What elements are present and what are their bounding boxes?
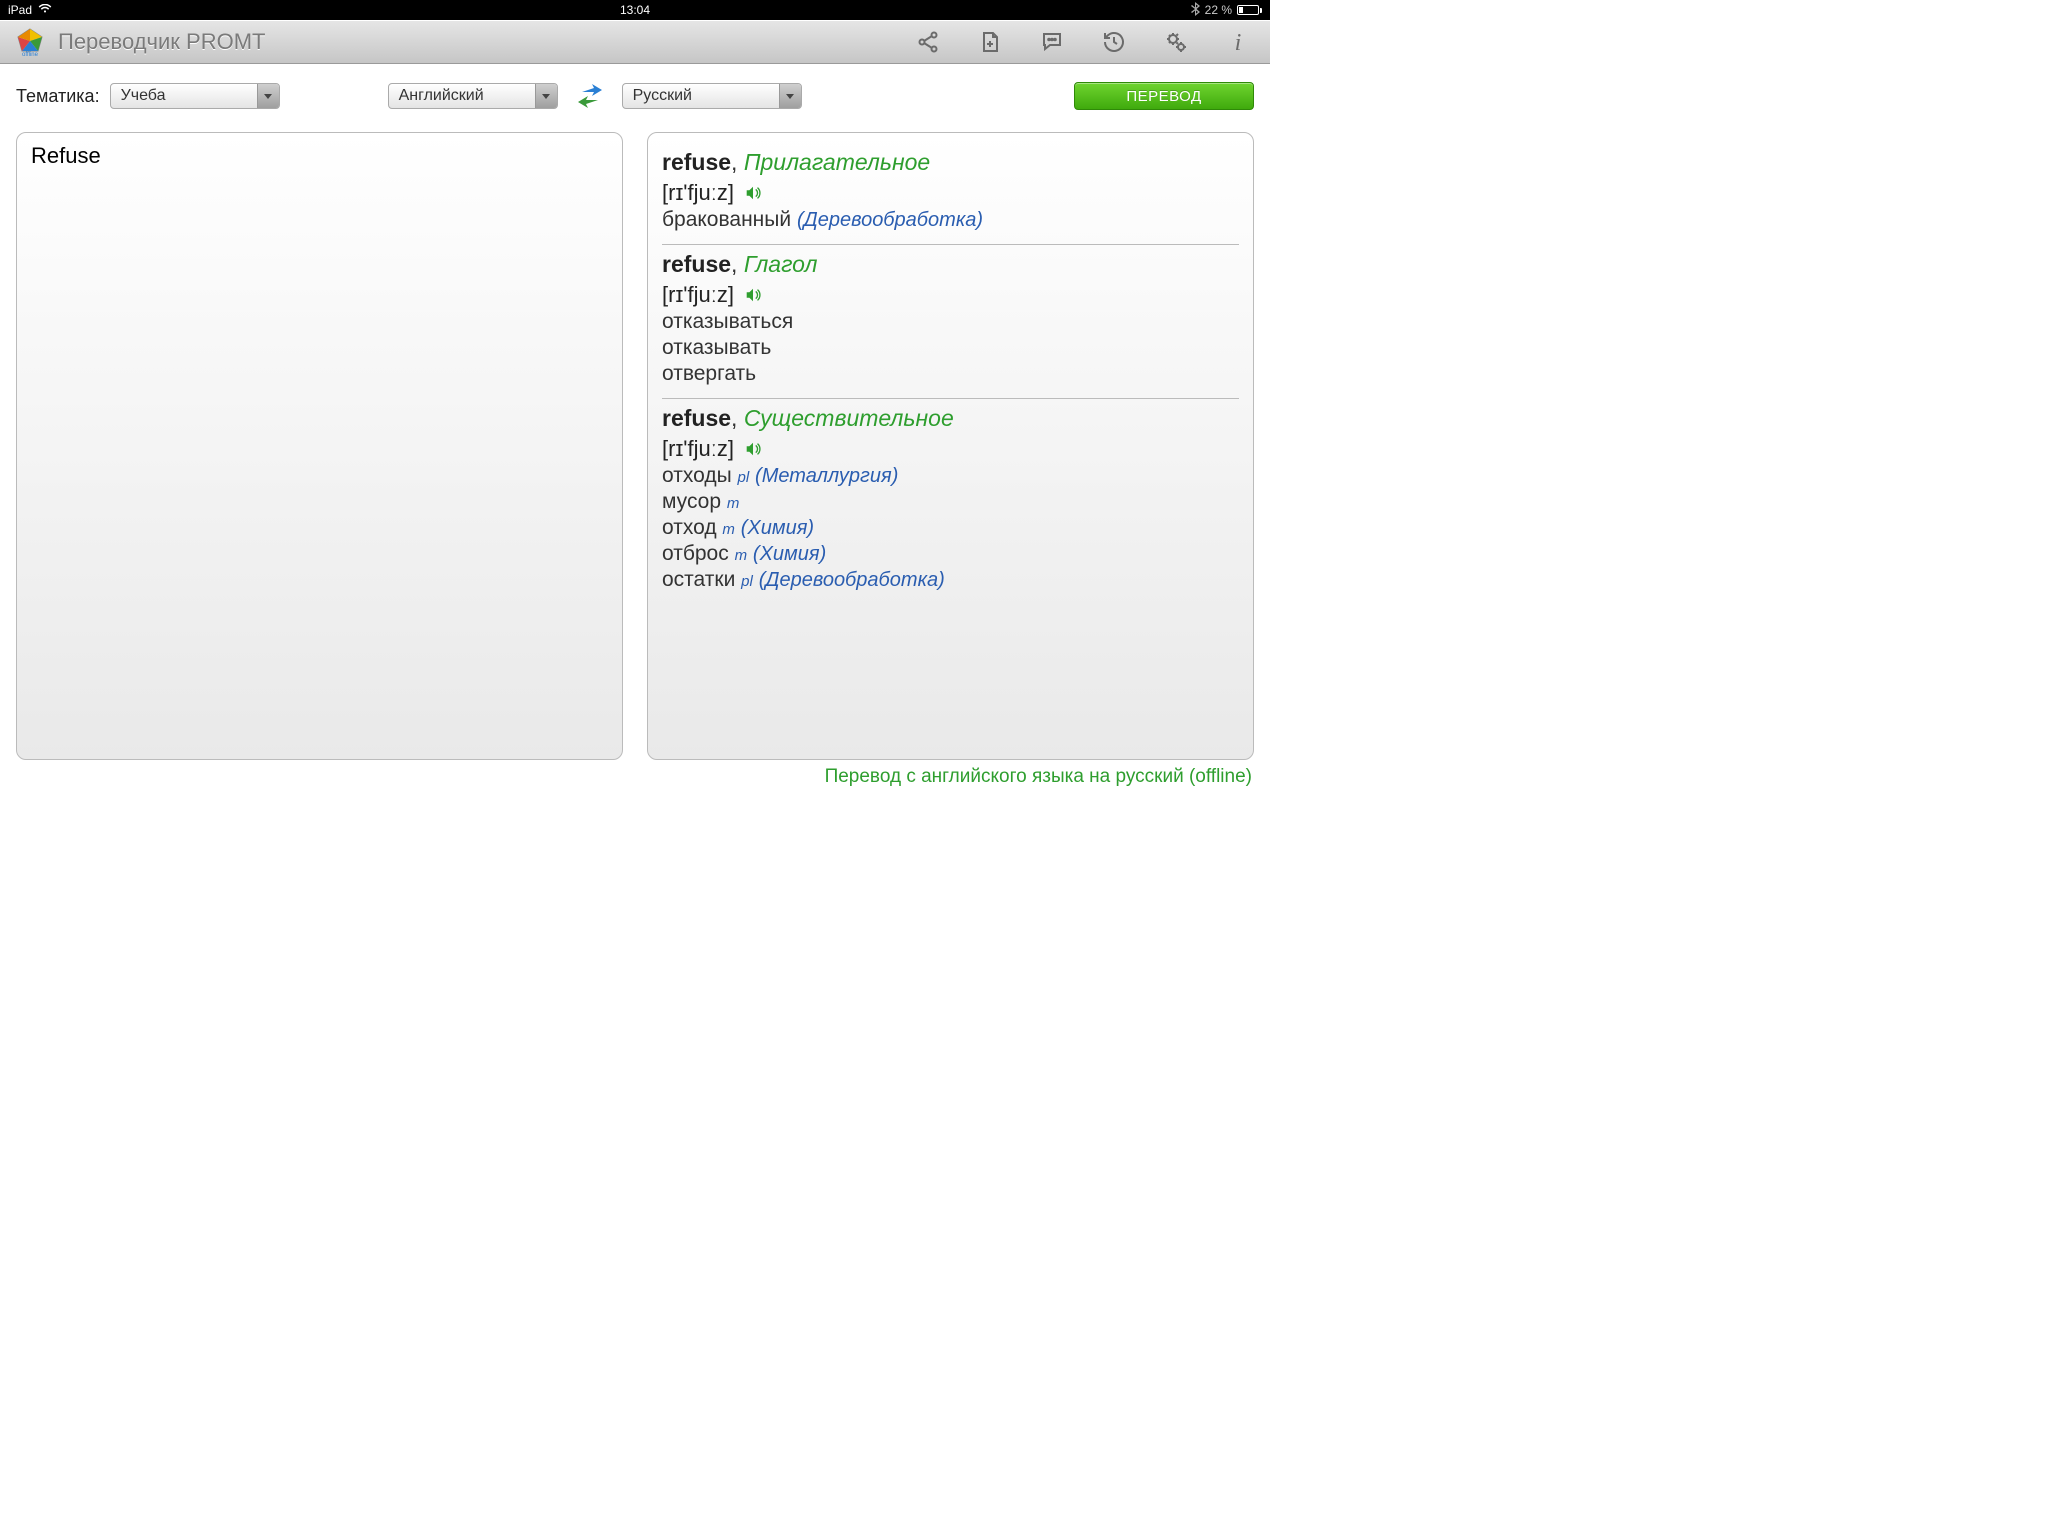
dictionary-entry: refuse, Глагол [rɪ'fjuːz]отказываться отка… <box>662 245 1239 399</box>
translation-line: отказывать <box>662 336 1239 360</box>
domain-tag: (Химия) <box>741 517 814 539</box>
dictionary-entry: refuse, Прилагательное [rɪ'fjuːz]бракован… <box>662 143 1239 245</box>
domain-tag: (Деревообработка) <box>797 209 983 231</box>
dictionary-entry: refuse, Существительное [rɪ'fjuːz]отходы … <box>662 399 1239 604</box>
results-panel: refuse, Прилагательное[rɪ'fjuːz]бракован… <box>647 132 1254 760</box>
headword: refuse <box>662 149 731 175</box>
battery-percent: 22 % <box>1205 3 1232 17</box>
grammar-tag: m <box>727 495 740 512</box>
app-logo: offline <box>12 27 48 57</box>
headword-line: refuse, Глагол <box>662 251 1239 278</box>
ipa-transcription: [rɪ'fjuːz] <box>662 180 734 206</box>
translation-line: отходы pl (Металлургия) <box>662 464 1239 488</box>
to-language-value: Русский <box>633 87 692 105</box>
translation-line: бракованный (Деревообработка) <box>662 208 1239 232</box>
svg-text:offline: offline <box>22 52 39 57</box>
domain-tag: (Химия) <box>753 543 826 565</box>
chevron-down-icon <box>779 84 801 108</box>
pronunciation-row: [rɪ'fjuːz] <box>662 180 1239 206</box>
topic-value: Учеба <box>121 87 166 105</box>
pronunciation-row: [rɪ'fjuːz] <box>662 436 1239 462</box>
status-time: 13:04 <box>620 3 650 17</box>
domain-tag: (Металлургия) <box>755 465 898 487</box>
svg-text:i: i <box>1235 30 1242 54</box>
status-bar: iPad 13:04 22 % <box>0 0 1270 20</box>
translation-line: отказываться <box>662 310 1239 334</box>
translation-text: отказываться <box>662 310 793 333</box>
wifi-icon <box>38 3 52 17</box>
grammar-tag: pl <box>738 469 750 486</box>
settings-icon[interactable] <box>1164 30 1188 54</box>
translation-text: отходы <box>662 464 732 487</box>
pronunciation-row: [rɪ'fjuːz] <box>662 282 1239 308</box>
bluetooth-icon <box>1190 2 1200 19</box>
headword: refuse <box>662 251 731 277</box>
speaker-icon[interactable] <box>744 440 762 458</box>
translation-line: мусор m <box>662 490 1239 514</box>
part-of-speech: Существительное <box>744 405 954 431</box>
speaker-icon[interactable] <box>744 286 762 304</box>
chat-icon[interactable] <box>1040 30 1064 54</box>
battery-icon <box>1237 5 1262 15</box>
translation-text: остатки <box>662 568 735 591</box>
topic-label: Тематика: <box>16 86 100 107</box>
add-document-icon[interactable] <box>978 30 1002 54</box>
app-title: Переводчик PROMT <box>58 29 265 55</box>
domain-tag: (Деревообработка) <box>759 569 945 591</box>
translation-text: отброс <box>662 542 729 565</box>
topic-dropdown[interactable]: Учеба <box>110 83 280 109</box>
controls-row: Тематика: Учеба Английский Русский ПЕРЕВ… <box>0 64 1270 128</box>
speaker-icon[interactable] <box>744 184 762 202</box>
translation-line: отвергать <box>662 362 1239 386</box>
part-of-speech: Прилагательное <box>744 149 930 175</box>
input-text[interactable]: Refuse <box>31 143 608 169</box>
ipa-transcription: [rɪ'fjuːz] <box>662 436 734 462</box>
device-label: iPad <box>8 3 32 17</box>
share-icon[interactable] <box>916 30 940 54</box>
info-icon[interactable]: i <box>1226 30 1250 54</box>
from-language-dropdown[interactable]: Английский <box>388 83 558 109</box>
grammar-tag: m <box>722 521 735 538</box>
translation-text: отход <box>662 516 717 539</box>
grammar-tag: pl <box>741 573 753 590</box>
from-language-value: Английский <box>399 87 484 105</box>
headword: refuse <box>662 405 731 431</box>
chevron-down-icon <box>257 84 279 108</box>
ipa-transcription: [rɪ'fjuːz] <box>662 282 734 308</box>
translation-text: бракованный <box>662 208 791 231</box>
history-icon[interactable] <box>1102 30 1126 54</box>
headword-line: refuse, Существительное <box>662 405 1239 432</box>
translation-text: мусор <box>662 490 721 513</box>
chevron-down-icon <box>535 84 557 108</box>
translation-line: отброс m (Химия) <box>662 542 1239 566</box>
translation-mode-note: Перевод с английского языка на русский (… <box>0 760 1270 794</box>
swap-languages-button[interactable] <box>572 78 608 114</box>
translate-button[interactable]: ПЕРЕВОД <box>1074 82 1254 110</box>
translation-text: отказывать <box>662 336 771 359</box>
translation-line: остатки pl (Деревообработка) <box>662 568 1239 592</box>
part-of-speech: Глагол <box>744 251 818 277</box>
translation-text: отвергать <box>662 362 756 385</box>
grammar-tag: m <box>735 547 748 564</box>
app-header: offline Переводчик PROMT i <box>0 20 1270 64</box>
headword-line: refuse, Прилагательное <box>662 149 1239 176</box>
input-panel[interactable]: Refuse <box>16 132 623 760</box>
translation-line: отход m (Химия) <box>662 516 1239 540</box>
to-language-dropdown[interactable]: Русский <box>622 83 802 109</box>
